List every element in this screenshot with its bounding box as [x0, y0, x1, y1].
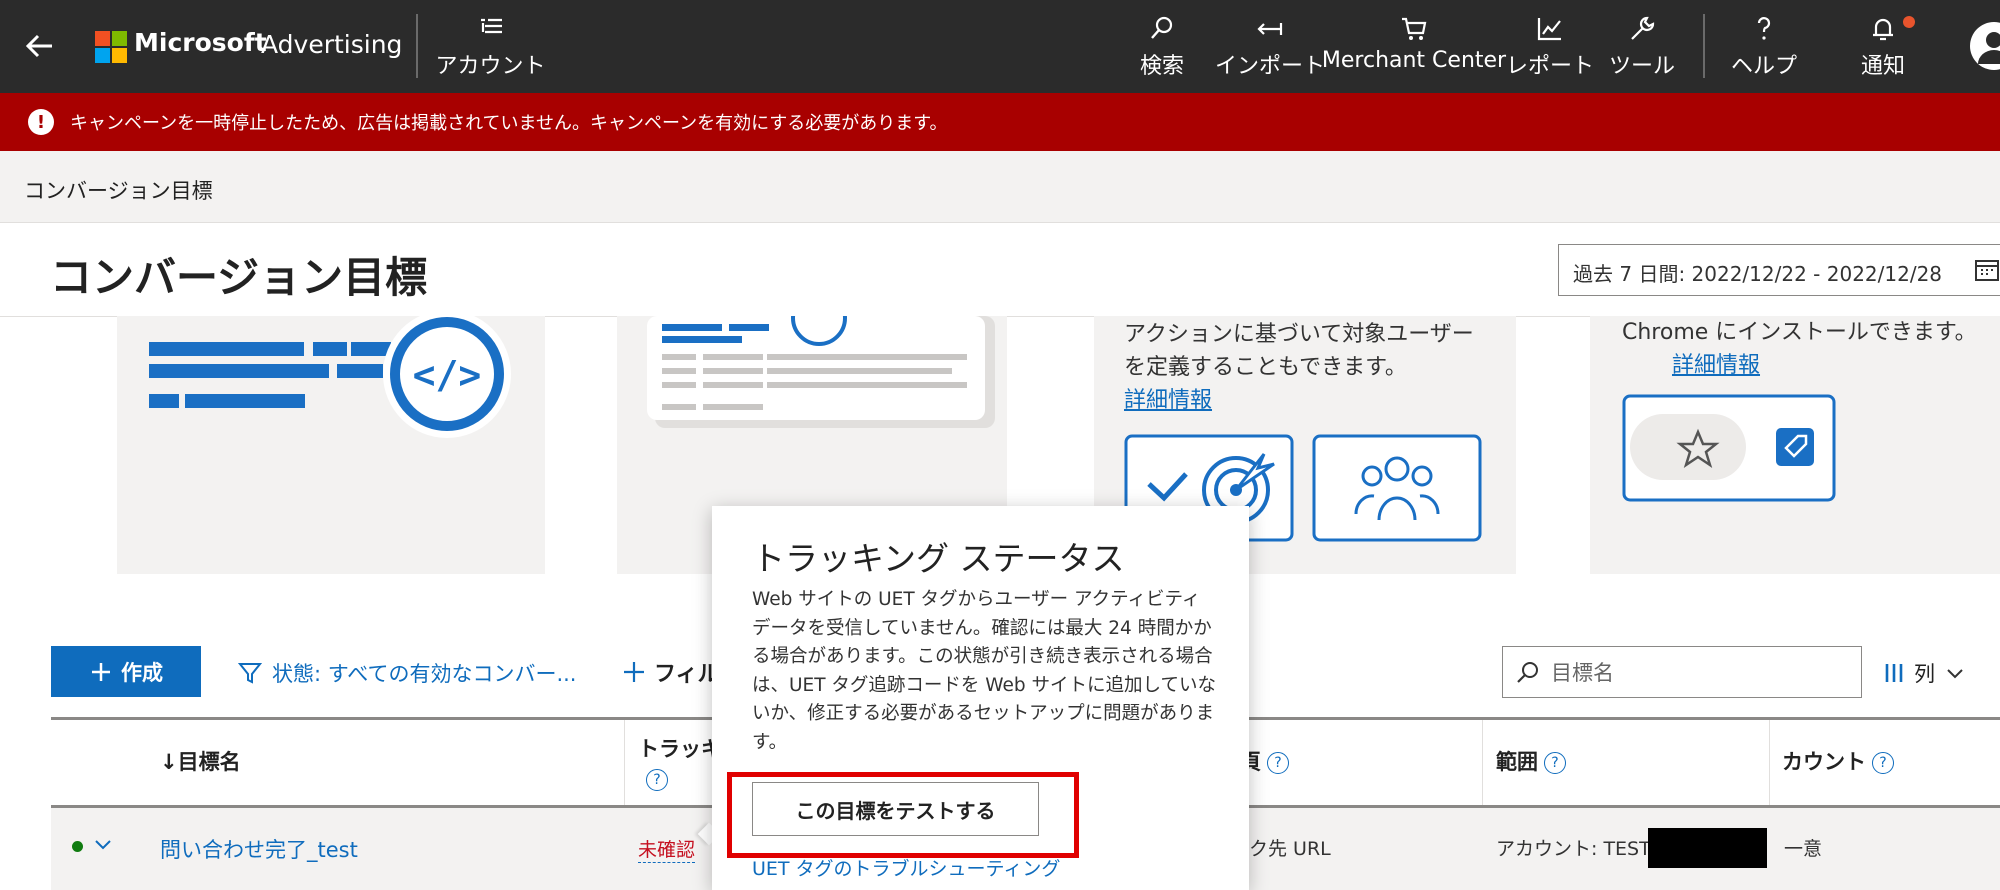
nav-search-label: 検索 — [1139, 54, 1184, 79]
status-filter-label: 状態: すべての有効なコンバー... — [272, 662, 577, 686]
column-header-scope[interactable]: 範囲? — [1496, 746, 1566, 776]
help-icon[interactable]: ? — [646, 769, 668, 791]
chart-icon — [1537, 18, 1561, 41]
nav-search[interactable]: 検索 — [1132, 14, 1192, 80]
columns-icon — [1885, 664, 1903, 682]
top-nav-bar: Microsoft Advertising アカウント 検索 インポート Mer… — [0, 0, 2000, 93]
browser-extension-illustration — [1622, 394, 1836, 502]
uet-troubleshoot-link[interactable]: UET タグのトラブルシューティング — [752, 854, 1060, 881]
avatar[interactable] — [1970, 22, 2000, 70]
person-icon — [1978, 32, 2000, 64]
chrome-card-text: Chrome にインストールできます。 — [1622, 320, 1977, 345]
nav-help[interactable]: ヘルプ — [1724, 14, 1804, 80]
columns-label: 列 — [1914, 662, 1935, 686]
column-header-tracking[interactable]: トラッキ ? — [638, 733, 722, 791]
plus-icon — [624, 662, 644, 682]
goal-name-search-input[interactable]: 目標名 — [1502, 646, 1862, 698]
microsoft-logo[interactable] — [95, 31, 127, 63]
goal-name-link[interactable]: 問い合わせ完了_test — [160, 834, 358, 864]
audience-card-text: アクションに基づいて対象ユーザーを定義することもできます。 — [1124, 322, 1474, 380]
status-filter[interactable]: 状態: すべての有効なコンバー... — [238, 658, 576, 688]
cart-icon — [1402, 17, 1427, 40]
date-range-picker[interactable]: 過去 7 日間: 2022/12/22 - 2022/12/28 — [1558, 244, 2000, 296]
chevron-down-icon — [1947, 669, 1963, 679]
chevron-down-icon[interactable] — [94, 838, 112, 852]
goal-type: ク先 URL — [1249, 838, 1331, 860]
search-placeholder: 目標名 — [1551, 661, 1614, 685]
create-button-label: 作成 — [121, 660, 163, 685]
filter-icon — [238, 663, 262, 684]
nav-reports[interactable]: レポート — [1506, 14, 1594, 80]
nav-notifications-label: 通知 — [1860, 54, 1905, 79]
test-goal-button[interactable]: この目標をテストする — [752, 782, 1039, 836]
help-icon — [1757, 17, 1771, 40]
column-header-name-label: ↓目標名 — [160, 750, 241, 774]
redacted-block — [1648, 828, 1767, 868]
brand-name[interactable]: Microsoft — [134, 28, 267, 57]
add-filter-label: フィル — [654, 662, 720, 687]
search-icon — [1517, 662, 1538, 683]
tracking-status-unverified[interactable]: 未確認 — [638, 835, 696, 863]
column-header-count-label: カウント — [1782, 750, 1866, 774]
alert-text: キャンペーンを一時停止したため、広告は掲載されていません。キャンペーンを有効にす… — [70, 113, 948, 134]
chrome-learn-more-link[interactable]: 詳細情報 — [1672, 349, 1760, 382]
add-filter-button[interactable]: フィル — [622, 656, 720, 688]
divider — [1703, 14, 1705, 78]
columns-button[interactable]: 列 — [1884, 658, 1965, 688]
column-header-tracking-label: トラッキ — [638, 737, 722, 761]
nav-help-label: ヘルプ — [1730, 54, 1797, 79]
wrench-icon — [1631, 16, 1655, 40]
create-button[interactable]: 作成 — [51, 646, 201, 697]
popover-title: トラッキング ステータス — [752, 539, 1125, 578]
divider — [416, 14, 418, 78]
calendar-icon[interactable] — [1974, 258, 2000, 282]
nav-notifications[interactable]: 通知 — [1843, 14, 1923, 80]
notification-dot — [1903, 16, 1915, 28]
nav-tools[interactable]: ツール — [1602, 14, 1682, 80]
nav-merchant-center[interactable]: Merchant Center — [1322, 14, 1506, 80]
nav-tools-label: ツール — [1608, 54, 1675, 79]
svg-text:</>: </> — [413, 353, 482, 397]
nav-merchant-label: Merchant Center — [1321, 48, 1507, 73]
goal-count: 一意 — [1784, 838, 1823, 860]
uet-tag-card: </> — [117, 310, 545, 574]
account-list-icon — [480, 18, 502, 34]
import-icon — [1257, 23, 1283, 35]
bell-icon — [1873, 18, 1893, 41]
breadcrumb[interactable]: コンバージョン目標 — [24, 175, 213, 205]
help-icon[interactable]: ? — [1544, 752, 1566, 774]
code-illustration: </> — [149, 310, 511, 438]
chrome-extension-card: Chrome にインストールできます。 詳細情報 — [1590, 316, 2000, 574]
help-icon[interactable]: ? — [1267, 752, 1289, 774]
error-icon: ! — [28, 109, 54, 135]
nav-import-label: インポート — [1214, 54, 1325, 79]
status-active-dot — [72, 841, 83, 852]
account-button[interactable]: アカウント — [428, 14, 553, 80]
account-label: アカウント — [435, 54, 546, 79]
breadcrumb-bar: コンバージョン目標 — [0, 151, 2000, 223]
nav-import[interactable]: インポート — [1210, 14, 1330, 80]
nav-reports-label: レポート — [1506, 54, 1595, 79]
popover-body: Web サイトの UET タグからユーザー アクティビティ データを受信していま… — [752, 589, 1216, 753]
help-icon[interactable]: ? — [1872, 752, 1894, 774]
brand-sub[interactable]: Advertising — [261, 30, 402, 59]
tracking-status-popover: トラッキング ステータス Web サイトの UET タグからユーザー アクティビ… — [712, 506, 1249, 890]
column-header-scope-label: 範囲 — [1496, 750, 1538, 774]
page-title: コンバージョン目標 — [50, 253, 428, 302]
goal-scope: アカウント: TEST — [1496, 838, 1651, 860]
column-header-name[interactable]: ↓目標名 — [160, 746, 241, 776]
audience-learn-more-link[interactable]: 詳細情報 — [1124, 384, 1212, 417]
alert-banner: ! キャンペーンを一時停止したため、広告は掲載されていません。キャンペーンを有効… — [0, 93, 2000, 151]
search-icon — [1151, 16, 1173, 39]
column-header-count[interactable]: カウント? — [1782, 746, 1894, 776]
back-arrow-icon[interactable] — [20, 26, 60, 66]
plus-icon — [92, 662, 110, 681]
